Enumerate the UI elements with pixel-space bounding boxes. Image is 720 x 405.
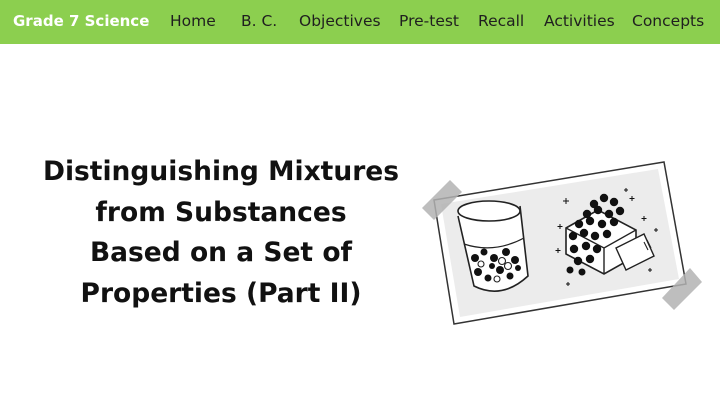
nav-item-objectives[interactable]: Objectives: [299, 12, 381, 30]
page-title: Distinguishing Mixtures from Substances …: [40, 152, 402, 314]
title-line-2: from Substances: [95, 196, 347, 228]
title-line-3: Based on a Set of: [89, 237, 353, 268]
nav-item-activities[interactable]: Activities: [544, 12, 615, 30]
site-brand[interactable]: Grade 7 Science: [13, 12, 149, 30]
title-line-4: Properties (Part II): [80, 277, 362, 309]
illustration-photo: [422, 161, 702, 325]
nav-item-pretest[interactable]: Pre-test: [399, 12, 459, 30]
nav-item-concepts[interactable]: Concepts: [632, 12, 704, 30]
nav-item-bc[interactable]: B. C.: [241, 12, 277, 30]
nav-item-home[interactable]: Home: [170, 12, 216, 30]
top-navigation-bar: Grade 7 Science Home B. C. Objectives Pr…: [0, 0, 720, 44]
nav-item-recall[interactable]: Recall: [478, 12, 524, 30]
title-line-1: Distinguishing Mixtures: [42, 156, 400, 187]
